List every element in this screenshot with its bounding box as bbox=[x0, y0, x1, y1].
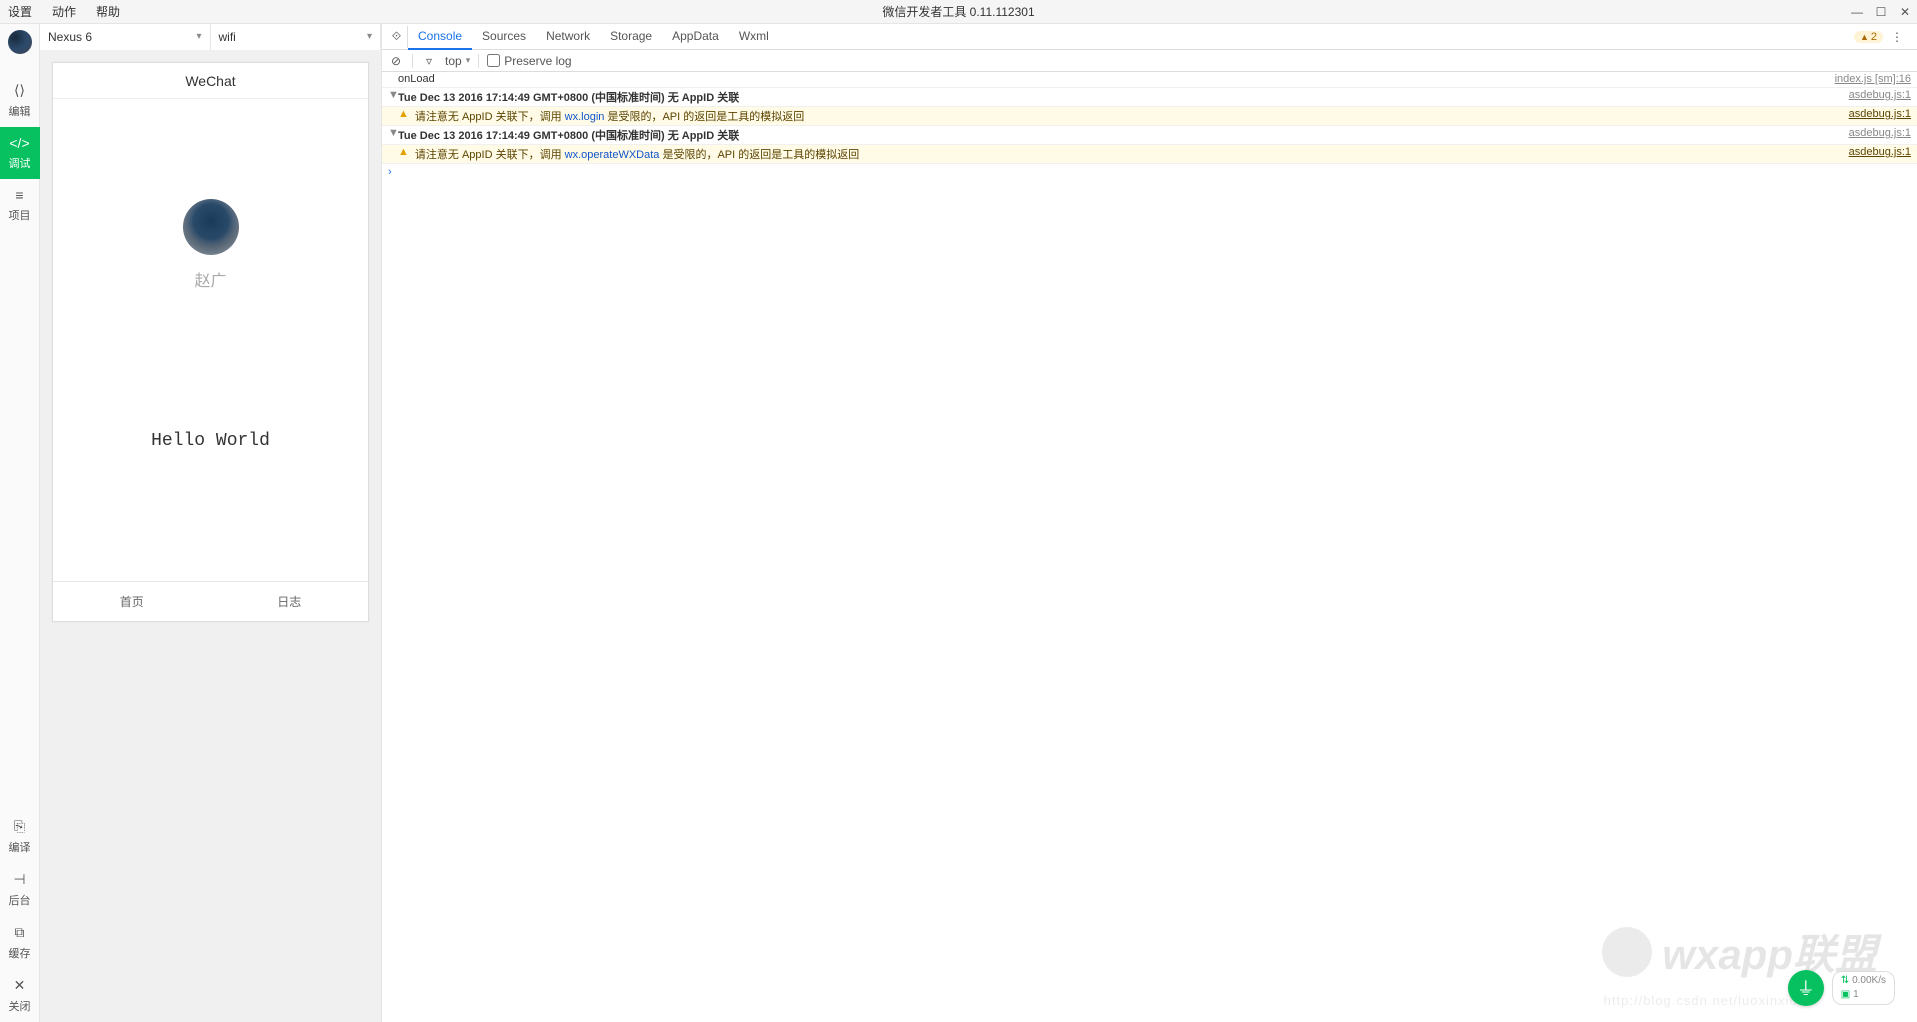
devtab-sources[interactable]: Sources bbox=[472, 24, 536, 50]
chevron-down-icon: ▾ bbox=[196, 31, 201, 42]
console-row-warning: ▲ 请注意无 AppID 关联下，调用 wx.login 是受限的，API 的返… bbox=[382, 107, 1917, 126]
device-select-value: Nexus 6 bbox=[48, 30, 92, 44]
warning-icon: ▲ bbox=[398, 146, 409, 158]
simulator-panel: Nexus 6 ▾ wifi ▾ WeChat 赵广 Hello World bbox=[40, 24, 382, 1022]
close-sidebar-icon: ✕ bbox=[0, 977, 40, 994]
devtools-panel: ⟐ Console Sources Network Storage AppDat… bbox=[382, 24, 1917, 1022]
console-text: Tue Dec 13 2016 17:14:49 GMT+0800 (中国标准时… bbox=[398, 127, 1849, 143]
console-row: ▼ Tue Dec 13 2016 17:14:49 GMT+0800 (中国标… bbox=[382, 126, 1917, 145]
close-icon[interactable]: ✕ bbox=[1897, 4, 1913, 20]
inspect-element-icon[interactable]: ⟐ bbox=[386, 26, 408, 48]
devtab-network[interactable]: Network bbox=[536, 24, 600, 50]
sidebar-item-cache[interactable]: ⧉ 缓存 bbox=[0, 916, 40, 969]
network-select[interactable]: wifi ▾ bbox=[211, 24, 382, 50]
console-source-link[interactable]: asdebug.js:1 bbox=[1849, 127, 1911, 139]
context-select[interactable]: top bbox=[445, 54, 462, 68]
network-select-value: wifi bbox=[219, 30, 236, 44]
sidebar-item-debug[interactable]: </> 调试 bbox=[0, 127, 40, 179]
network-status: ⏚ ⇅0.00K/s ▣1 bbox=[1788, 970, 1895, 1006]
compile-icon: ⎘ bbox=[0, 818, 40, 835]
console-row: onLoad index.js [sm]:16 bbox=[382, 72, 1917, 88]
sidebar-item-edit[interactable]: ⟨⟩ 编辑 bbox=[0, 74, 40, 127]
console-row-warning: ▲ 请注意无 AppID 关联下，调用 wx.operateWXData 是受限… bbox=[382, 145, 1917, 164]
user-avatar[interactable] bbox=[8, 30, 32, 54]
devtab-wxml[interactable]: Wxml bbox=[729, 24, 779, 50]
sidebar-item-label: 编辑 bbox=[9, 106, 31, 118]
hello-text: Hello World bbox=[151, 431, 270, 451]
cache-icon: ⧉ bbox=[0, 924, 40, 941]
devtab-console[interactable]: Console bbox=[408, 24, 472, 50]
maximize-icon[interactable]: ☐ bbox=[1873, 4, 1889, 20]
sidebar-item-label: 编译 bbox=[9, 842, 31, 854]
devtab-appdata[interactable]: AppData bbox=[662, 24, 729, 50]
expand-arrow-icon[interactable]: ▼ bbox=[388, 127, 398, 139]
menu-help[interactable]: 帮助 bbox=[96, 3, 120, 20]
devtab-storage[interactable]: Storage bbox=[600, 24, 662, 50]
sidebar-item-label: 项目 bbox=[9, 210, 31, 222]
sidebar-item-background[interactable]: ⊣ 后台 bbox=[0, 863, 40, 916]
phone-simulator: WeChat 赵广 Hello World 首页 日志 bbox=[52, 62, 369, 622]
console-text: 请注意无 AppID 关联下，调用 wx.operateWXData 是受限的，… bbox=[415, 146, 1849, 162]
minimize-icon[interactable]: — bbox=[1849, 4, 1865, 20]
sidebar-item-project[interactable]: ≡ 项目 bbox=[0, 179, 40, 231]
edit-icon: ⟨⟩ bbox=[0, 82, 40, 99]
window-title: 微信开发者工具 0.11.112301 bbox=[0, 3, 1917, 20]
chevron-down-icon: ▾ bbox=[466, 55, 471, 66]
phone-tab-home[interactable]: 首页 bbox=[53, 582, 211, 621]
project-icon: ≡ bbox=[0, 187, 40, 203]
background-icon: ⊣ bbox=[0, 871, 40, 888]
console-text: onLoad bbox=[398, 73, 1835, 85]
preserve-log-checkbox[interactable] bbox=[487, 54, 500, 67]
sidebar-item-close[interactable]: ✕ 关闭 bbox=[0, 969, 40, 1022]
console-source-link[interactable]: asdebug.js:1 bbox=[1849, 108, 1911, 120]
phone-tab-log[interactable]: 日志 bbox=[211, 582, 369, 621]
watermark-url: http://blog.csdn.net/luoxinxic bbox=[1604, 993, 1797, 1008]
network-count: 1 bbox=[1853, 989, 1859, 1000]
console-text: 请注意无 AppID 关联下，调用 wx.login 是受限的，API 的返回是… bbox=[415, 108, 1849, 124]
app-header: WeChat bbox=[53, 63, 368, 99]
sidebar-item-label: 调试 bbox=[9, 158, 31, 170]
console-source-link[interactable]: index.js [sm]:16 bbox=[1835, 73, 1911, 85]
profile-username: 赵广 bbox=[194, 267, 226, 291]
console-source-link[interactable]: asdebug.js:1 bbox=[1849, 89, 1911, 101]
preserve-log-toggle[interactable]: Preserve log bbox=[487, 54, 571, 68]
chevron-down-icon: ▾ bbox=[367, 31, 372, 42]
debug-icon: </> bbox=[0, 135, 40, 151]
titlebar: 设置 动作 帮助 微信开发者工具 0.11.112301 — ☐ ✕ bbox=[0, 0, 1917, 24]
wifi-icon[interactable]: ⏚ bbox=[1788, 970, 1824, 1006]
preserve-log-label: Preserve log bbox=[504, 54, 571, 68]
device-select[interactable]: Nexus 6 ▾ bbox=[40, 24, 211, 50]
console-row: ▼ Tue Dec 13 2016 17:14:49 GMT+0800 (中国标… bbox=[382, 88, 1917, 107]
menu-actions[interactable]: 动作 bbox=[52, 3, 76, 20]
filter-icon[interactable]: ▿ bbox=[421, 54, 437, 68]
console-output: onLoad index.js [sm]:16 ▼ Tue Dec 13 201… bbox=[382, 72, 1917, 1022]
warning-icon: ▲ bbox=[398, 108, 409, 120]
warning-count-badge[interactable]: 2 bbox=[1854, 31, 1883, 43]
sidebar-item-compile[interactable]: ⎘ 编译 bbox=[0, 810, 40, 863]
console-prompt[interactable]: › bbox=[382, 164, 1917, 180]
sidebar-item-label: 关闭 bbox=[9, 1001, 31, 1013]
expand-arrow-icon[interactable]: ▼ bbox=[388, 89, 398, 101]
clear-console-icon[interactable]: ⊘ bbox=[388, 54, 404, 68]
devtools-menu-icon[interactable]: ⋮ bbox=[1887, 30, 1907, 44]
network-speed: 0.00K/s bbox=[1852, 975, 1886, 986]
left-sidebar: ⟨⟩ 编辑 </> 调试 ≡ 项目 ⎘ 编译 ⊣ 后台 ⧉ 缓存 bbox=[0, 24, 40, 1022]
profile-avatar[interactable] bbox=[183, 199, 239, 255]
sidebar-item-label: 缓存 bbox=[9, 948, 31, 960]
menu-settings[interactable]: 设置 bbox=[8, 3, 32, 20]
console-source-link[interactable]: asdebug.js:1 bbox=[1849, 146, 1911, 158]
console-text: Tue Dec 13 2016 17:14:49 GMT+0800 (中国标准时… bbox=[398, 89, 1849, 105]
sidebar-item-label: 后台 bbox=[9, 895, 31, 907]
